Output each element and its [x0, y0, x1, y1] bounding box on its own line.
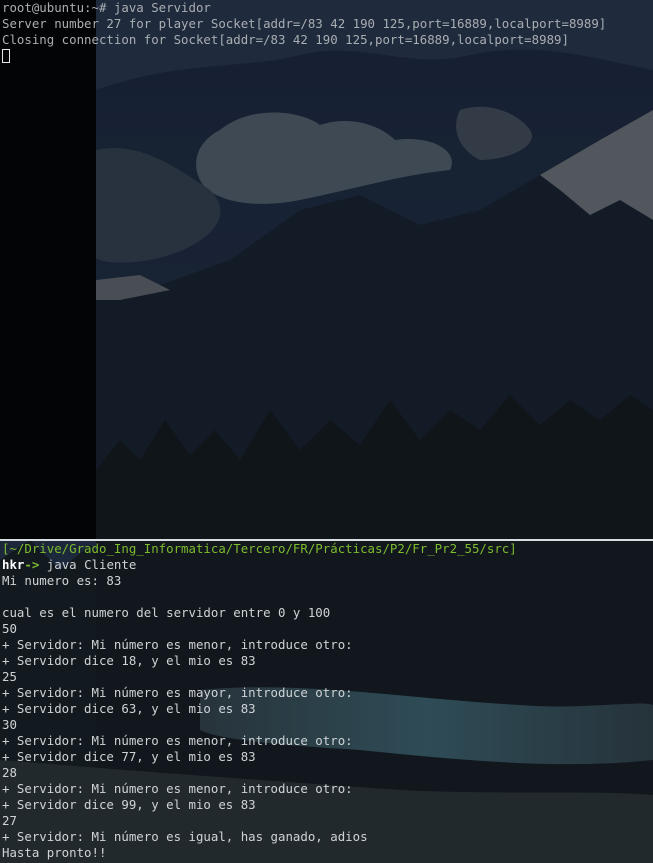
terminal-line: + Servidor: Mi número es menor, introduc… [2, 781, 353, 796]
terminal-line: root@ubuntu:~# java Servidor [2, 0, 211, 15]
terminal-line: 50 [2, 621, 17, 636]
terminal-line: 27 [2, 813, 17, 828]
terminal-line: + Servidor: Mi número es menor, introduc… [2, 637, 353, 652]
terminal-cursor [2, 49, 10, 63]
terminal-line: + Servidor dice 18, y el mio es 83 [2, 653, 256, 668]
prompt-arrow: -> [24, 557, 40, 572]
terminal-line: + Servidor dice 63, y el mio es 83 [2, 701, 256, 716]
terminal-line: + Servidor: Mi número es igual, has gana… [2, 829, 368, 844]
terminal-line: 30 [2, 717, 17, 732]
terminal-line: Server number 27 for player Socket[addr=… [2, 16, 607, 31]
prompt-path: [~/Drive/Grado_Ing_Informatica/Tercero/F… [2, 541, 517, 556]
terminal-line: Closing connection for Socket[addr=/83 4… [2, 32, 569, 47]
terminal-line: + Servidor: Mi número es menor, introduc… [2, 733, 353, 748]
terminal-line: + Servidor: Mi número es mayor, introduc… [2, 685, 353, 700]
terminal-line: 25 [2, 669, 17, 684]
prompt-line: hkr-> java Cliente [0, 557, 653, 573]
terminal-line: Hasta pronto!! [2, 845, 107, 860]
client-terminal-pane[interactable]: [~/Drive/Grado_Ing_Informatica/Tercero/F… [0, 541, 653, 863]
prompt-command: java Cliente [39, 557, 137, 572]
terminal-line: + Servidor dice 77, y el mio es 83 [2, 749, 256, 764]
terminal-line: 28 [2, 765, 17, 780]
prompt-user: hkr [2, 557, 25, 572]
terminal-line: cual es el numero del servidor entre 0 y… [2, 605, 331, 620]
server-terminal-pane[interactable]: root@ubuntu:~# java Servidor Server numb… [0, 0, 653, 540]
terminal-line: + Servidor dice 99, y el mio es 83 [2, 797, 256, 812]
terminal-line: Mi numero es: 83 [2, 573, 122, 588]
